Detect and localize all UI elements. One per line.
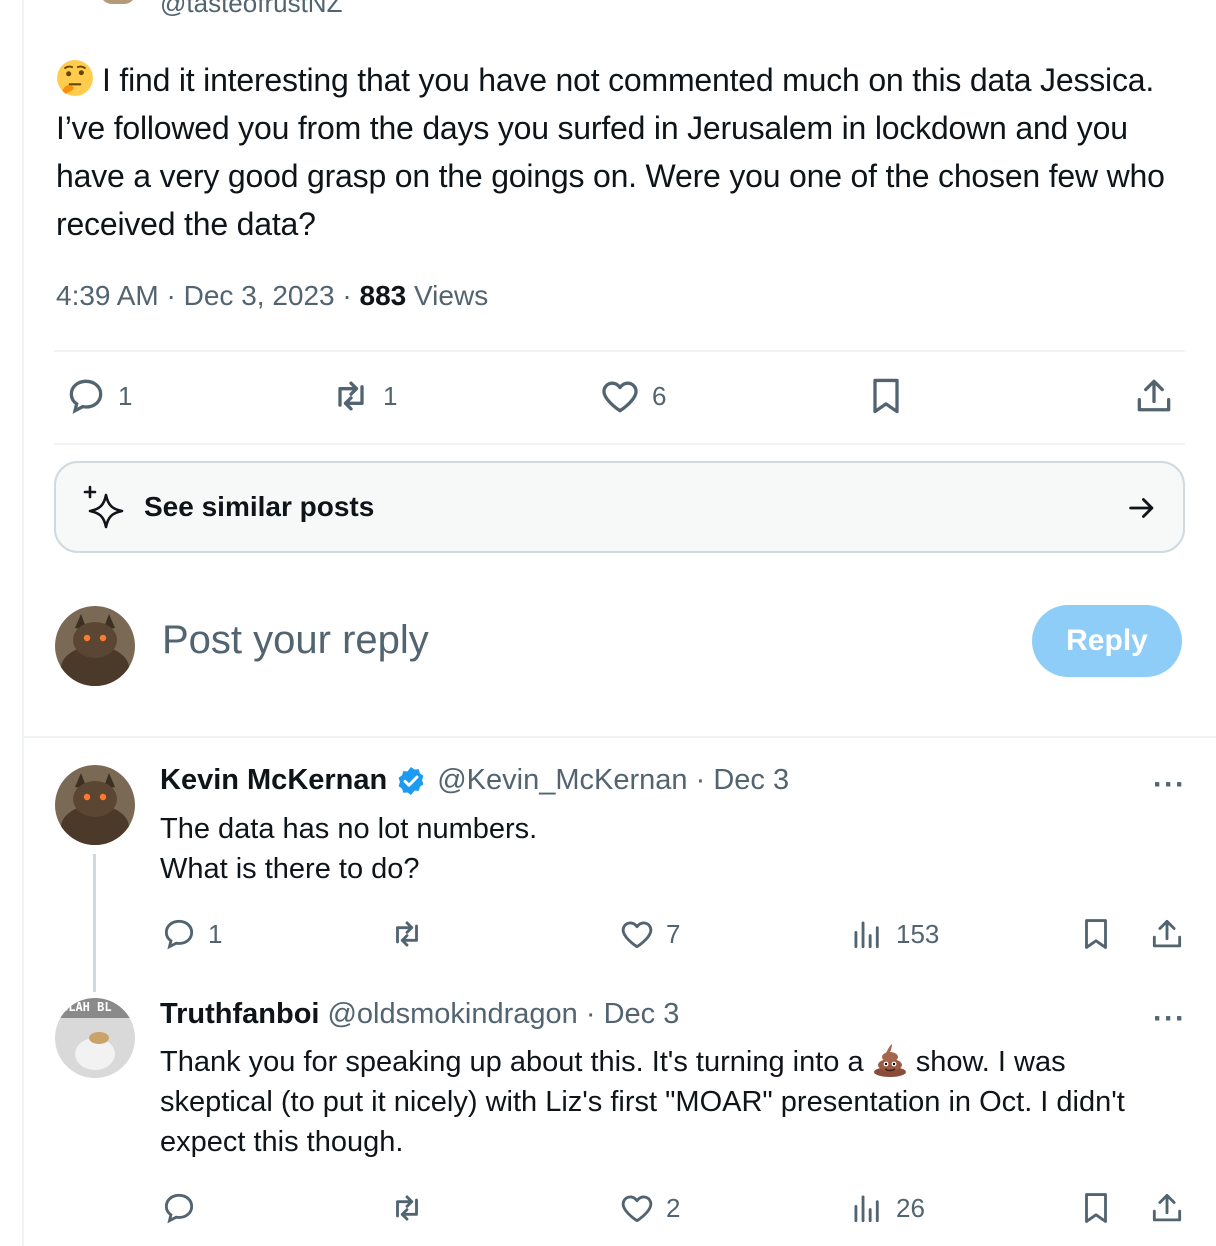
repost-action[interactable]: [388, 915, 426, 953]
meta-sep: ·: [342, 280, 352, 311]
bookmark-icon: [1085, 1193, 1107, 1223]
heart-icon: [621, 921, 653, 949]
reply-text-line: What is there to do?: [160, 853, 420, 885]
cat-avatar-image: [55, 606, 135, 686]
more-options-icon[interactable]: ···: [1153, 1002, 1186, 1036]
repost-icon: [338, 381, 364, 411]
tweet-body: I find it interesting that you have not …: [56, 62, 1165, 242]
divider: [54, 443, 1185, 445]
reply-author-handle[interactable]: @oldsmokindragon: [327, 998, 577, 1031]
see-similar-label: See similar posts: [144, 491, 375, 522]
like-action[interactable]: 2: [618, 1189, 680, 1227]
like-count: 7: [666, 918, 681, 949]
repost-action[interactable]: [388, 1189, 426, 1227]
heart-icon: [602, 381, 638, 413]
reply-count: 1: [208, 918, 223, 949]
repost-action[interactable]: 1: [329, 374, 397, 418]
reply-icon: [164, 1193, 194, 1224]
bookmark-icon: [873, 378, 899, 414]
views-action[interactable]: 26: [848, 1189, 925, 1227]
left-border: [22, 0, 24, 1246]
bookmark-action[interactable]: [1077, 915, 1115, 953]
arrow-right-icon: [1129, 498, 1154, 518]
share-action[interactable]: [1132, 374, 1176, 418]
share-action[interactable]: [1148, 915, 1186, 953]
reply-count: 1: [118, 380, 133, 411]
tweet-action-bar: 1 1 6: [54, 352, 1185, 444]
more-options-icon[interactable]: ···: [1153, 768, 1186, 802]
tweet-time[interactable]: 4:39 AM: [56, 280, 159, 311]
repost-icon: [396, 1195, 418, 1221]
bookmark-icon: [1085, 919, 1107, 949]
share-icon: [1152, 919, 1182, 948]
like-count: 6: [652, 380, 667, 411]
meta-sep: ·: [166, 280, 176, 311]
see-similar-posts-button[interactable]: See similar posts: [54, 461, 1185, 553]
views-count: 883: [359, 280, 407, 311]
author-avatar[interactable]: [100, 0, 136, 4]
share-icon: [1152, 1193, 1182, 1222]
reply-author-name[interactable]: Truthfanboi: [160, 998, 319, 1031]
repost-icon: [396, 921, 418, 947]
tweet-date[interactable]: Dec 3, 2023: [184, 280, 335, 311]
reply-header: Kevin McKernan @Kevin_McKernan · Dec 3: [160, 764, 789, 797]
reply-action[interactable]: 1: [160, 915, 222, 953]
reply-date[interactable]: Dec 3: [713, 764, 789, 797]
reply-sep: ·: [695, 764, 706, 796]
reply-date[interactable]: Dec 3: [604, 998, 680, 1031]
views-action[interactable]: 153: [848, 915, 939, 953]
reply-text-line: The data has no lot numbers.: [160, 813, 538, 845]
reply-sep: ·: [585, 998, 596, 1030]
bookmark-action[interactable]: [1077, 1189, 1115, 1227]
analytics-icon: [854, 1195, 879, 1223]
like-action[interactable]: 7: [618, 915, 680, 953]
avatar-text: BLAH BL: [61, 1000, 112, 1014]
share-icon: [1137, 379, 1171, 412]
repost-count: 1: [383, 380, 398, 411]
reply-action[interactable]: [160, 1189, 198, 1227]
like-action[interactable]: 6: [598, 374, 666, 418]
reply-author-name[interactable]: Kevin McKernan: [160, 764, 387, 797]
current-user-avatar[interactable]: [55, 606, 135, 686]
verified-badge-icon: [398, 766, 424, 795]
cat-avatar-image: [55, 765, 135, 845]
author-handle[interactable]: @tasteofrustNZ: [160, 0, 342, 19]
reply-icon: [164, 919, 194, 950]
like-count: 2: [666, 1192, 681, 1223]
bookmark-action[interactable]: [864, 374, 908, 418]
heart-icon: [621, 1195, 653, 1223]
reply-action[interactable]: 1: [64, 374, 132, 418]
tweet-text: I find it interesting that you have not …: [56, 56, 1166, 248]
reply-button[interactable]: Reply: [1032, 605, 1182, 677]
views-label: Views: [414, 280, 489, 311]
reply-text-part: Thank you for speaking up about this. It…: [160, 1046, 872, 1078]
reply-avatar-kevin[interactable]: [55, 765, 135, 845]
reply-icon: [69, 379, 103, 414]
reply-input[interactable]: Post your reply: [162, 618, 429, 663]
analytics-icon: [854, 921, 879, 949]
sparkle-icon: [83, 485, 124, 529]
views-count: 26: [896, 1192, 925, 1223]
tweet-meta: 4:39 AM · Dec 3, 2023 · 883 Views: [56, 280, 488, 312]
thread-connector-line: [93, 854, 96, 992]
reply-text: Thank you for speaking up about this. It…: [160, 1042, 1150, 1162]
reply-avatar-truthfanboi[interactable]: BLAH BL: [55, 998, 135, 1078]
reply-text: The data has no lot numbers. What is the…: [160, 809, 1160, 889]
section-divider: [22, 736, 1216, 738]
reply-author-handle[interactable]: @Kevin_McKernan: [437, 764, 687, 797]
share-action[interactable]: [1148, 1189, 1186, 1227]
reply-header: Truthfanboi @oldsmokindragon · Dec 3: [160, 998, 679, 1031]
views-count: 153: [896, 918, 940, 949]
pile-of-poo-icon: [873, 1044, 906, 1077]
thinking-face-icon: [57, 60, 93, 96]
